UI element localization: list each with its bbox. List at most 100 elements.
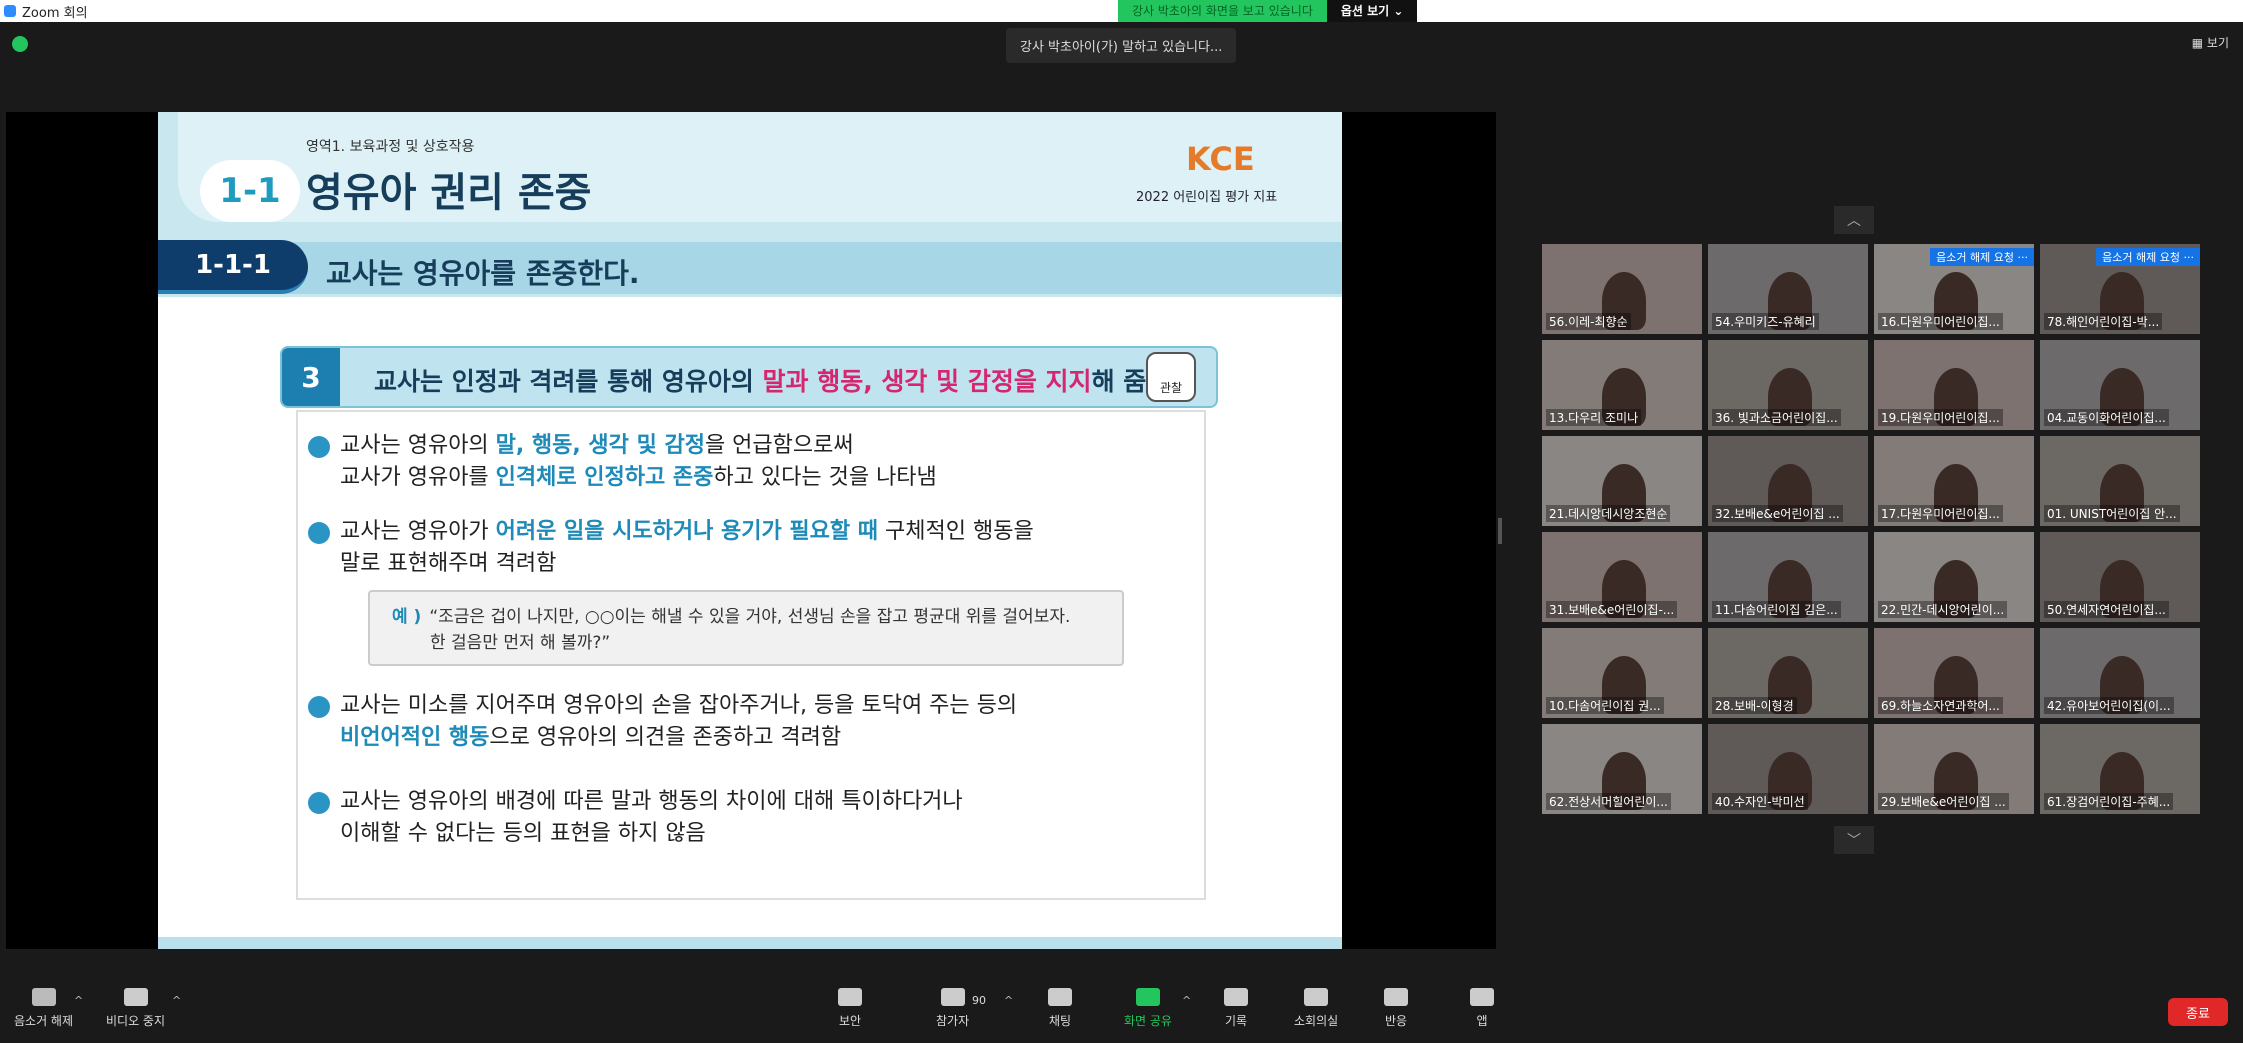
example-label: 예 ) bbox=[392, 607, 422, 627]
video-label: 비디오 중지 bbox=[106, 1014, 166, 1028]
participant-tile[interactable]: 32.보배e&e어린이집 ... bbox=[1708, 436, 1868, 526]
participant-tile[interactable]: 40.수자인-박미선 bbox=[1708, 724, 1868, 814]
item-4-text-a: 교사는 영유아의 배경에 따른 말과 행동의 차이에 대해 특이하다거나 bbox=[340, 789, 963, 814]
indicator-number: 3 bbox=[282, 348, 340, 406]
participant-tile[interactable]: 42.유아보어린이집(이... bbox=[2040, 628, 2200, 718]
participant-tile[interactable]: 69.하늘소자연과학어... bbox=[1874, 628, 2034, 718]
participants-label: 참가자 bbox=[936, 1014, 970, 1028]
participant-name: 31.보배e&e어린이집-... bbox=[1546, 601, 1678, 618]
participant-tile[interactable]: 11.다솜어린이집 김은... bbox=[1708, 532, 1868, 622]
observe-icon: 관찰 bbox=[1146, 352, 1196, 402]
participant-tile[interactable]: 21.데시앙데시앙조현순 bbox=[1542, 436, 1702, 526]
participant-name: 29.보배e&e어린이집 ... bbox=[1878, 793, 2009, 810]
item-1-bold-b: 말, 행동, 생각 및 감정 bbox=[495, 433, 705, 458]
encryption-shield-icon[interactable] bbox=[12, 36, 28, 52]
share-options-chevron-icon[interactable]: ^ bbox=[1182, 994, 1191, 1007]
indicator-highlight: 말과 행동, 생각 및 감정을 지지 bbox=[762, 367, 1092, 396]
participant-name: 04.교동이화어린이집... bbox=[2044, 409, 2169, 426]
indicator-bar: 3 교사는 인정과 격려를 통해 영유아의 말과 행동, 생각 및 감정을 지지… bbox=[280, 346, 1218, 408]
participant-tile[interactable]: 78.해인어린이집-박... 음소거 해제 요청 ··· bbox=[2040, 244, 2200, 334]
view-options-button[interactable]: 옵션 보기 ⌄ bbox=[1326, 0, 1418, 22]
chat-button[interactable]: 채팅 bbox=[1048, 988, 1072, 1029]
check-item-4: 교사는 영유아의 배경에 따른 말과 행동의 차이에 대해 특이하다거나 이해할… bbox=[308, 786, 963, 850]
check-item-1: 교사는 영유아의 말, 행동, 생각 및 감정을 언급함으로써 교사가 영유아를… bbox=[308, 430, 937, 494]
participant-tile[interactable]: 22.민간-데시앙어린이... bbox=[1874, 532, 2034, 622]
participant-name: 32.보배e&e어린이집 ... bbox=[1712, 505, 1843, 522]
apps-icon bbox=[1470, 988, 1494, 1006]
participant-tile[interactable]: 10.다솜어린이집 권... bbox=[1542, 628, 1702, 718]
participant-name: 16.다원우미어린이집... bbox=[1878, 313, 2003, 330]
participant-tile[interactable]: 29.보배e&e어린이집 ... bbox=[1874, 724, 2034, 814]
security-button[interactable]: 보안 bbox=[838, 988, 862, 1029]
view-label: 보기 bbox=[2206, 36, 2229, 50]
participant-name: 22.민간-데시앙어린이... bbox=[1878, 601, 2008, 618]
gallery-prev-page-button[interactable]: ︿ bbox=[1834, 206, 1874, 234]
participant-tile[interactable]: 19.다원우미어린이집... bbox=[1874, 340, 2034, 430]
share-screen-icon bbox=[1135, 988, 1160, 1006]
unmute-request-badge[interactable]: 음소거 해제 요청 ··· bbox=[1930, 248, 2034, 266]
record-icon bbox=[1224, 988, 1248, 1006]
example-box: 예 ) “조금은 겁이 나지만, ○○이는 해낼 수 있을 거야, 선생님 손을 … bbox=[368, 590, 1124, 666]
speaking-indicator: 강사 박초아이(가) 말하고 있습니다... bbox=[1006, 28, 1237, 63]
audio-options-chevron-icon[interactable]: ^ bbox=[74, 994, 83, 1007]
record-label: 기록 bbox=[1224, 1014, 1248, 1028]
example-line-1: “조금은 겁이 나지만, ○○이는 해낼 수 있을 거야, 선생님 손을 잡고 … bbox=[429, 607, 1071, 627]
people-icon bbox=[940, 988, 965, 1006]
participant-tile[interactable]: 56.이레-최향순 bbox=[1542, 244, 1702, 334]
panel-resize-handle[interactable] bbox=[1498, 518, 1502, 544]
participant-gallery: 56.이레-최향순 54.우미키즈-유혜리 16.다원우미어린이집... 음소거 해제… bbox=[1542, 244, 2206, 822]
window-title: Zoom 회의 bbox=[22, 5, 88, 21]
gallery-next-page-button[interactable]: ﹀ bbox=[1834, 826, 1874, 854]
participant-name: 13.다우리 조미나 bbox=[1546, 409, 1642, 426]
share-screen-button[interactable]: 화면 공유 bbox=[1124, 988, 1172, 1029]
view-button[interactable]: ▦ 보기 bbox=[2192, 34, 2229, 51]
participant-name: 42.유아보어린이집(이... bbox=[2044, 697, 2174, 714]
slide-badge: 1-1 bbox=[200, 160, 300, 222]
participant-name: 28.보배-이형경 bbox=[1712, 697, 1797, 714]
breakout-rooms-button[interactable]: 소회의실 bbox=[1294, 988, 1338, 1029]
item-1-text-c: 을 언급함으로써 bbox=[704, 433, 854, 458]
participant-name: 61.장검어린이집-주혜... bbox=[2044, 793, 2174, 810]
participant-tile[interactable]: 13.다우리 조미나 bbox=[1542, 340, 1702, 430]
participant-tile[interactable]: 16.다원우미어린이집... 음소거 해제 요청 ··· bbox=[1874, 244, 2034, 334]
participants-button[interactable]: 참가자 bbox=[936, 988, 969, 1029]
item-2-bold-b: 어려운 일을 시도하거나 용기가 필요할 때 bbox=[495, 519, 879, 544]
participant-tile[interactable]: 62.전상서머힐어린이... bbox=[1542, 724, 1702, 814]
unmute-request-badge[interactable]: 음소거 해제 요청 ··· bbox=[2096, 248, 2200, 266]
share-label: 화면 공유 bbox=[1124, 1014, 1172, 1028]
participant-tile[interactable]: 50.연세자연어린이집... bbox=[2040, 532, 2200, 622]
reactions-button[interactable]: 반응 bbox=[1384, 988, 1408, 1029]
apps-label: 앱 bbox=[1476, 1014, 1488, 1028]
slide-footer-bar bbox=[158, 937, 1342, 949]
apps-button[interactable]: 앱 bbox=[1470, 988, 1494, 1029]
participant-tile[interactable]: 54.우미키즈-유혜리 bbox=[1708, 244, 1868, 334]
participant-tile[interactable]: 17.다원우미어린이집... bbox=[1874, 436, 2034, 526]
participant-name: 69.하늘소자연과학어... bbox=[1878, 697, 2003, 714]
chat-label: 채팅 bbox=[1048, 1014, 1072, 1028]
item-2-text-c: 구체적인 행동을 bbox=[878, 519, 1034, 544]
check-icon bbox=[308, 436, 330, 458]
video-options-chevron-icon[interactable]: ^ bbox=[172, 994, 181, 1007]
zoom-app-icon bbox=[4, 5, 16, 17]
end-meeting-button[interactable]: 종료 bbox=[2168, 998, 2228, 1026]
participant-name: 50.연세자연어린이집... bbox=[2044, 601, 2169, 618]
unmute-button[interactable]: 음소거 해제 bbox=[14, 988, 73, 1029]
item-3-text-c: 으로 영유아의 의견을 존중하고 격려함 bbox=[489, 725, 842, 750]
participant-tile[interactable]: 61.장검어린이집-주혜... bbox=[2040, 724, 2200, 814]
stop-video-button[interactable]: 비디오 중지 bbox=[106, 988, 165, 1029]
participant-name: 10.다솜어린이집 권... bbox=[1546, 697, 1664, 714]
participant-name: 54.우미키즈-유혜리 bbox=[1712, 313, 1819, 330]
participant-name: 21.데시앙데시앙조현순 bbox=[1546, 505, 1671, 522]
participant-tile[interactable]: 04.교동이화어린이집... bbox=[2040, 340, 2200, 430]
record-button[interactable]: 기록 bbox=[1224, 988, 1248, 1029]
breakout-label: 소회의실 bbox=[1294, 1014, 1339, 1028]
participant-tile[interactable]: 31.보배e&e어린이집-... bbox=[1542, 532, 1702, 622]
participant-tile[interactable]: 28.보배-이형경 bbox=[1708, 628, 1868, 718]
participant-tile[interactable]: 01. UNIST어린이집 안... bbox=[2040, 436, 2200, 526]
video-camera-icon bbox=[123, 988, 148, 1006]
item-3-text-a: 교사는 미소를 지어주며 영유아의 손을 잡아주거나, 등을 토닥여 주는 등의 bbox=[340, 693, 1018, 718]
participants-options-chevron-icon[interactable]: ^ bbox=[1004, 994, 1013, 1007]
participant-name: 36. 빛과소금어린이집... bbox=[1712, 409, 1841, 426]
slide-title: 영유아 권리 존중 bbox=[306, 170, 592, 216]
participant-tile[interactable]: 36. 빛과소금어린이집... bbox=[1708, 340, 1868, 430]
